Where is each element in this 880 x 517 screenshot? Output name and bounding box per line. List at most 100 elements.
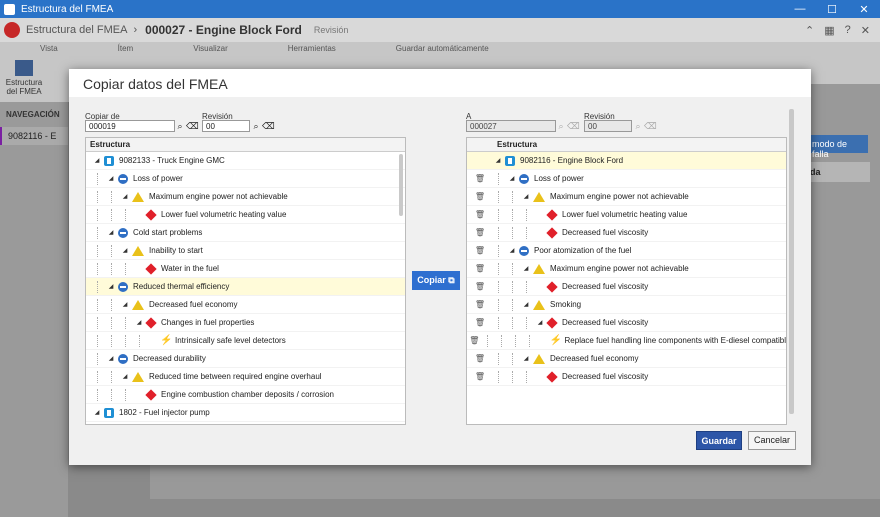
tree-row[interactable]: 🗑 Decreased fuel viscosity: [467, 224, 786, 242]
expand-toggle-icon[interactable]: ◢: [106, 283, 116, 290]
autosave-toggle[interactable]: Guardar automáticamente: [396, 44, 489, 53]
function-icon: [118, 227, 128, 238]
tree-row[interactable]: 🗑 ◢ Poor atomization of the fuel: [467, 242, 786, 260]
warning-icon: [533, 299, 545, 310]
trash-icon[interactable]: 🗑: [467, 228, 493, 237]
source-revision-search-icon[interactable]: ⌕: [251, 120, 261, 132]
revision-link[interactable]: Revisión: [314, 25, 349, 35]
maximize-button[interactable]: ☐: [816, 3, 848, 16]
expand-toggle-icon[interactable]: ◢: [106, 229, 116, 236]
save-button[interactable]: Guardar: [696, 431, 742, 450]
tree-row[interactable]: ◢ 9082116 - Engine Block Ford: [467, 152, 786, 170]
expand-toggle-icon[interactable]: ◢: [134, 319, 144, 326]
source-revision-clear-icon[interactable]: ⌫: [262, 120, 275, 132]
source-clear-icon[interactable]: ⌫: [186, 120, 199, 132]
expand-toggle-icon[interactable]: ◢: [535, 319, 545, 326]
expand-toggle-icon[interactable]: ◢: [521, 301, 531, 308]
tree-row[interactable]: ◢ 1802 - Fuel injector pump: [86, 404, 405, 422]
trash-icon[interactable]: 🗑: [467, 300, 493, 309]
source-fmea-field[interactable]: 000019: [85, 120, 175, 132]
tree-row[interactable]: Water in the fuel: [86, 260, 405, 278]
trash-icon[interactable]: 🗑: [467, 264, 493, 273]
cancel-button[interactable]: Cancelar: [748, 431, 796, 450]
expand-toggle-icon[interactable]: ◢: [120, 247, 130, 254]
trash-icon[interactable]: 🗑: [467, 372, 493, 381]
trash-icon[interactable]: 🗑: [467, 174, 493, 183]
tree-row[interactable]: 🗑 ◢ Smoking: [467, 296, 786, 314]
tree-row-label: 1802 - Fuel injector pump: [119, 408, 210, 417]
expand-toggle-icon[interactable]: ◢: [521, 265, 531, 272]
expand-toggle-icon[interactable]: ◢: [507, 175, 517, 182]
expand-toggle-icon[interactable]: ◢: [92, 157, 102, 164]
failure-mode-button[interactable]: modo de falla: [808, 135, 868, 159]
expand-toggle-icon[interactable]: ◢: [507, 247, 517, 254]
close-icon[interactable]: ✕: [861, 24, 870, 37]
expand-toggle-icon[interactable]: ◢: [521, 193, 531, 200]
tree-row[interactable]: ◢ Decreased fuel economy: [86, 296, 405, 314]
source-revision-field[interactable]: 00: [202, 120, 250, 132]
tree-row[interactable]: 🗑 Lower fuel volumetric heating value: [467, 206, 786, 224]
tree-row[interactable]: 🗑 ◢ Loss of power: [467, 170, 786, 188]
tree-guide: [106, 260, 120, 278]
tree-row[interactable]: 🗑 ⚡ Replace fuel handling line components …: [467, 332, 786, 350]
tree-row[interactable]: 🗑 ◢ Decreased fuel economy: [467, 350, 786, 368]
tree-guide: [493, 188, 507, 206]
tree-row[interactable]: ◢ Changes in fuel properties: [86, 314, 405, 332]
cause-icon: [145, 388, 157, 401]
tree-row[interactable]: ⚡ Intrinsically safe level detectors: [86, 332, 405, 350]
help-icon[interactable]: ?: [845, 24, 851, 37]
tree-row[interactable]: 🗑 Decreased fuel viscosity: [467, 368, 786, 386]
tree-row[interactable]: ◢ Reduced time between required engine ov…: [86, 368, 405, 386]
expand-toggle-icon[interactable]: ◢: [120, 193, 130, 200]
grid-icon[interactable]: ▦: [824, 24, 834, 37]
trash-icon[interactable]: 🗑: [467, 354, 493, 363]
expand-toggle-icon[interactable]: ◢: [92, 409, 102, 416]
source-structure-tree[interactable]: Estructura ◢ 9082133 - Truck Engine GMC ◢ L…: [85, 137, 406, 425]
structure-view-button[interactable]: Estructura del FMEA: [4, 58, 44, 96]
collapse-icon[interactable]: ⌃: [805, 24, 814, 37]
copy-button[interactable]: Copiar ⧉: [412, 271, 460, 290]
tree-row[interactable]: 🗑 ◢ Decreased fuel viscosity: [467, 314, 786, 332]
target-search-icon: ⌕: [558, 121, 564, 131]
tree-row[interactable]: ◢ Inability to start: [86, 242, 405, 260]
expand-toggle-icon[interactable]: ◢: [106, 355, 116, 362]
tree-row[interactable]: 🗑 ◢ Maximum engine power not achievable: [467, 188, 786, 206]
tree-guide: [92, 368, 106, 386]
tree-row[interactable]: 🗑 ◢ Maximum engine power not achievable: [467, 260, 786, 278]
dialog-scrollbar[interactable]: [789, 109, 794, 414]
close-window-button[interactable]: ✕: [848, 3, 880, 16]
tree-row-label: Lower fuel volumetric heating value: [562, 210, 688, 219]
tree-row[interactable]: ◢ Maximum engine power not achievable: [86, 188, 405, 206]
window-title: Estructura del FMEA: [21, 3, 114, 15]
source-tree-scrollbar[interactable]: [399, 154, 403, 216]
tree-guide: [106, 206, 120, 224]
trash-icon[interactable]: 🗑: [467, 246, 493, 255]
expand-toggle-icon[interactable]: ◢: [120, 301, 130, 308]
navigation-item[interactable]: 9082116 - E: [0, 127, 68, 145]
tree-row[interactable]: ◢ Reduced thermal efficiency: [86, 278, 405, 296]
target-structure-tree[interactable]: Estructura ◢ 9082116 - Engine Block Ford 🗑…: [466, 137, 787, 425]
ribbon-group-vista: Vista: [40, 44, 58, 53]
tree-guide: [507, 350, 521, 368]
tree-row[interactable]: ◢ Decreased durability: [86, 350, 405, 368]
expand-toggle-icon[interactable]: ◢: [521, 355, 531, 362]
minimize-button[interactable]: —: [784, 3, 816, 16]
navigation-panel: NAVEGACIÓN 9082116 - E: [0, 102, 68, 517]
expand-toggle-icon[interactable]: ◢: [106, 175, 116, 182]
trash-icon[interactable]: 🗑: [467, 336, 482, 345]
tree-guide: [507, 314, 521, 332]
trash-icon[interactable]: 🗑: [467, 318, 493, 327]
trash-icon[interactable]: 🗑: [467, 192, 493, 201]
trash-icon[interactable]: 🗑: [467, 282, 493, 291]
tree-row[interactable]: Lower fuel volumetric heating value: [86, 206, 405, 224]
tree-row[interactable]: ◢ Cold start problems: [86, 224, 405, 242]
expand-toggle-icon[interactable]: ◢: [120, 373, 130, 380]
tree-row[interactable]: ◢ 9082133 - Truck Engine GMC: [86, 152, 405, 170]
tree-row[interactable]: 🗑 Decreased fuel viscosity: [467, 278, 786, 296]
source-search-icon[interactable]: ⌕: [175, 120, 185, 132]
trash-icon[interactable]: 🗑: [467, 210, 493, 219]
expand-toggle-icon[interactable]: ◢: [493, 157, 503, 164]
tree-row[interactable]: ◢ Loss of power: [86, 170, 405, 188]
tree-row[interactable]: Engine combustion chamber deposits / cor…: [86, 386, 405, 404]
warning-icon: [533, 353, 545, 364]
